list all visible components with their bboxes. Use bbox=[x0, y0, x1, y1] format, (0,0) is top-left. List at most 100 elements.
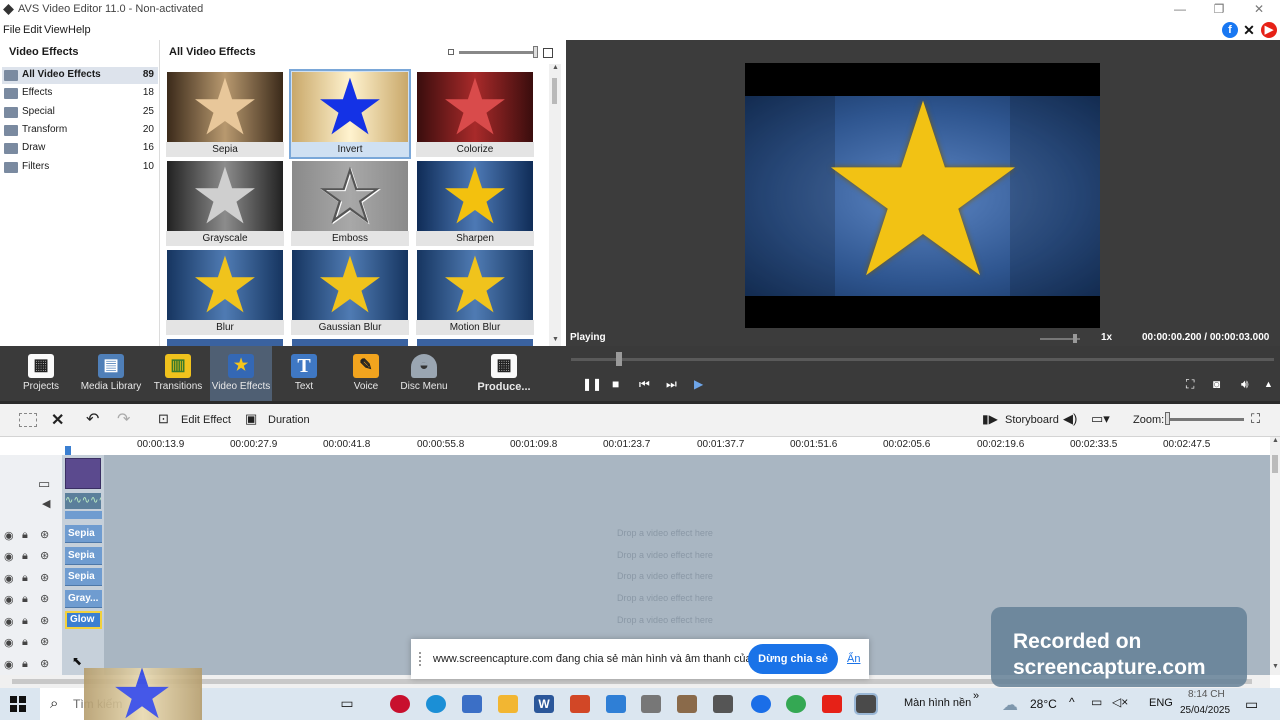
x-icon[interactable]: ✕ bbox=[1241, 22, 1257, 38]
mode-media-library[interactable]: ▤ Media Library bbox=[80, 346, 142, 401]
view-mode-icon[interactable]: ▭▾ bbox=[1091, 411, 1110, 427]
effect-tile-sharpen[interactable]: ★ Sharpen bbox=[416, 160, 534, 246]
volume-icon[interactable]: 🔊︎ bbox=[1241, 377, 1249, 392]
effect-clip-grayscale[interactable]: Gray... bbox=[65, 590, 102, 608]
hide-link[interactable]: Ẩn bbox=[847, 653, 860, 665]
effect-star-icon[interactable]: ⊛ bbox=[40, 657, 49, 670]
close-button[interactable]: ✕ bbox=[1244, 2, 1274, 18]
effect-clip-sepia[interactable]: Sepia bbox=[65, 547, 102, 565]
restore-button[interactable]: ❐ bbox=[1204, 2, 1234, 18]
effect-star-icon[interactable]: ⊛ bbox=[40, 549, 49, 562]
next-frame-icon[interactable]: ⏭ bbox=[666, 377, 677, 392]
previous-frame-icon[interactable]: ⏮ bbox=[639, 377, 650, 392]
notifications-icon[interactable]: ▭ bbox=[1245, 696, 1258, 713]
mode-voice[interactable]: ✎ Voice bbox=[335, 346, 397, 401]
slider-handle[interactable] bbox=[533, 46, 538, 58]
lock-icon[interactable]: 🔒︎ bbox=[22, 593, 28, 606]
visibility-eye-icon[interactable]: ◉ bbox=[4, 615, 14, 628]
zalo-icon[interactable] bbox=[751, 695, 771, 713]
chevron-right-icon[interactable]: » bbox=[973, 690, 979, 702]
effect-tile-grayscale[interactable]: ★ Grayscale bbox=[166, 160, 284, 246]
scroll-down-icon[interactable]: ▼ bbox=[1272, 663, 1279, 670]
menu-view[interactable]: View bbox=[44, 24, 68, 36]
thumbnail-large-icon[interactable] bbox=[543, 48, 553, 58]
timeline-scrollbar[interactable]: ▲ ▼ bbox=[1270, 437, 1280, 675]
mode-projects[interactable]: ▦ Projects bbox=[10, 346, 72, 401]
effect-star-icon[interactable]: ⊛ bbox=[40, 592, 49, 605]
effect-tile-blur[interactable]: ★ Blur bbox=[166, 249, 284, 335]
speed-slider-handle[interactable] bbox=[1073, 334, 1077, 343]
menu-edit[interactable]: Edit bbox=[23, 24, 42, 36]
stop-sharing-button[interactable]: Dừng chia sẻ bbox=[748, 644, 838, 674]
lock-icon[interactable]: 🔒︎ bbox=[22, 636, 28, 649]
mode-transitions[interactable]: ▥ Transitions bbox=[147, 346, 209, 401]
speaker-muted-icon[interactable]: ◁× bbox=[1112, 695, 1128, 709]
thumbnail-small-icon[interactable] bbox=[448, 49, 454, 55]
avs-video-editor-icon[interactable] bbox=[854, 693, 878, 715]
effect-tile-gaussian-blur[interactable]: ★ Gaussian Blur bbox=[291, 249, 409, 335]
desktop-label[interactable]: Màn hình nền bbox=[904, 697, 971, 709]
pause-icon[interactable]: ❚❚ bbox=[582, 377, 602, 391]
timeline-ruler[interactable]: 00:00:13.9 00:00:27.9 00:00:41.8 00:00:5… bbox=[0, 437, 1270, 455]
category-effects[interactable]: Effects 18 bbox=[2, 85, 158, 102]
category-all-video-effects[interactable]: All Video Effects 89 bbox=[2, 67, 158, 84]
lock-icon[interactable]: 🔒︎ bbox=[22, 550, 28, 563]
scrollbar-thumb[interactable] bbox=[552, 78, 557, 104]
play-selection-icon[interactable]: ▶ bbox=[694, 377, 703, 391]
zoom-slider-handle[interactable] bbox=[1165, 412, 1170, 425]
scroll-down-icon[interactable]: ▼ bbox=[552, 336, 559, 343]
scrollbar-thumb[interactable] bbox=[1272, 455, 1278, 473]
app-icon-gray[interactable] bbox=[641, 695, 661, 713]
category-transform[interactable]: Transform 20 bbox=[2, 122, 158, 139]
gallery-scrollbar[interactable]: ▲ ▼ bbox=[549, 64, 561, 346]
zoom-slider[interactable] bbox=[1168, 418, 1244, 421]
thumbnail-size-slider[interactable] bbox=[459, 51, 533, 54]
file-explorer-icon[interactable] bbox=[498, 695, 518, 713]
category-special[interactable]: Special 25 bbox=[2, 104, 158, 121]
audio-mixer-icon[interactable]: ◀︎) bbox=[1063, 411, 1077, 427]
effect-clip-glow[interactable]: Glow bbox=[65, 611, 102, 629]
mode-video-effects[interactable]: ★ Video Effects bbox=[210, 346, 272, 401]
menu-help[interactable]: Help bbox=[68, 24, 91, 36]
duration-button[interactable]: Duration bbox=[268, 414, 310, 426]
clock-date[interactable]: 25/04/2025 bbox=[1180, 705, 1230, 716]
lock-icon[interactable]: 🔒︎ bbox=[22, 615, 28, 628]
playhead-marker[interactable] bbox=[65, 446, 71, 455]
audio-waveform[interactable]: ∿∿∿∿∿ bbox=[65, 493, 101, 509]
effect-tile-emboss[interactable]: ☆ Emboss bbox=[291, 160, 409, 246]
mode-disc-menu[interactable]: ◒ Disc Menu bbox=[393, 346, 455, 401]
lock-icon[interactable]: 🔒︎ bbox=[22, 529, 28, 542]
edge-icon[interactable] bbox=[426, 695, 446, 713]
facebook-icon[interactable]: f bbox=[1222, 22, 1238, 38]
youtube-app-icon[interactable] bbox=[822, 695, 842, 713]
seek-handle[interactable] bbox=[616, 352, 622, 366]
photos-icon[interactable] bbox=[677, 695, 697, 713]
visibility-eye-icon[interactable]: ◉ bbox=[4, 593, 14, 606]
scroll-up-icon[interactable]: ▲ bbox=[552, 64, 559, 71]
edit-effect-icon[interactable]: ⊡ bbox=[158, 411, 169, 427]
mode-produce[interactable]: ▦ Produce... bbox=[473, 346, 535, 401]
mode-text[interactable]: T Text bbox=[273, 346, 335, 401]
effect-tile-colorize[interactable]: ★ Colorize bbox=[416, 71, 534, 157]
volume-dropdown-icon[interactable]: ▲ bbox=[1264, 379, 1273, 389]
tray-chevron-icon[interactable]: ^ bbox=[1069, 695, 1075, 709]
youtube-icon[interactable]: ▶ bbox=[1261, 22, 1277, 38]
snapshot-icon[interactable]: ◙ bbox=[1213, 377, 1220, 391]
visibility-eye-icon[interactable]: ◉ bbox=[4, 572, 14, 585]
fit-timeline-icon[interactable]: ⛶ bbox=[1251, 411, 1260, 427]
storyboard-button[interactable]: Storyboard bbox=[1005, 414, 1059, 426]
seek-bar[interactable] bbox=[571, 358, 1274, 361]
effect-tile-sepia[interactable]: ★ Sepia bbox=[166, 71, 284, 157]
clock-time[interactable]: 8:14 CH bbox=[1188, 689, 1225, 700]
effect-clip-sepia[interactable]: Sepia bbox=[65, 568, 102, 586]
edit-effect-button[interactable]: Edit Effect bbox=[181, 414, 231, 426]
effect-star-icon[interactable]: ⊛ bbox=[40, 528, 49, 541]
delete-icon[interactable]: ✕ bbox=[51, 410, 64, 430]
scroll-up-icon[interactable]: ▲ bbox=[1272, 437, 1279, 444]
effect-clip-sepia[interactable]: Sepia bbox=[65, 525, 102, 543]
category-filters[interactable]: Filters 10 bbox=[2, 159, 158, 176]
undo-icon[interactable]: ↶ bbox=[86, 409, 99, 429]
effect-tile-motion-blur[interactable]: ★ Motion Blur bbox=[416, 249, 534, 335]
visibility-eye-icon[interactable]: ◉ bbox=[4, 636, 14, 649]
visibility-eye-icon[interactable]: ◉ bbox=[4, 658, 14, 671]
